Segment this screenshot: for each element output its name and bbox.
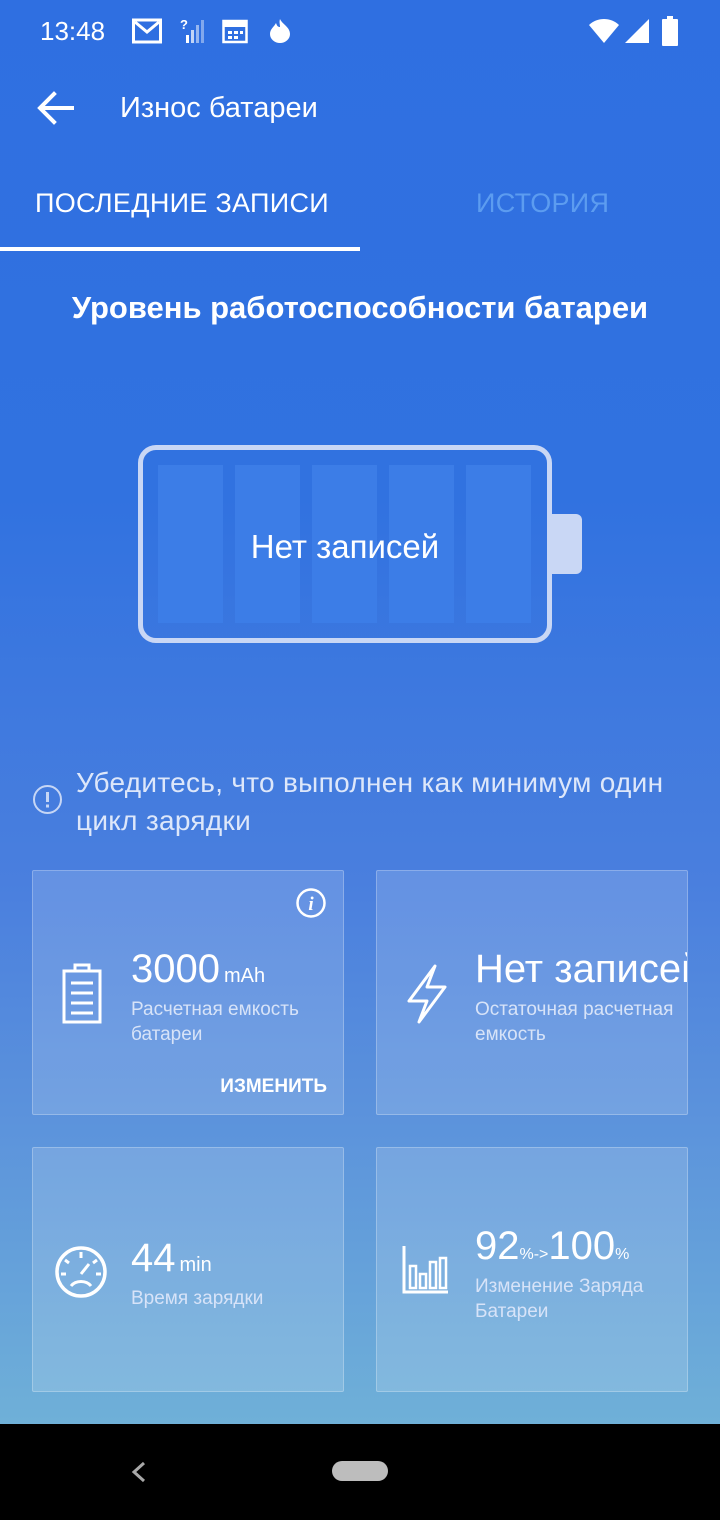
capacity-value: 3000 mAh — [131, 947, 265, 992]
tab-recent-records[interactable]: ПОСЛЕДНИЕ ЗАПИСИ — [35, 188, 329, 224]
info-circle-icon — [33, 785, 62, 814]
fire-icon — [270, 19, 290, 43]
charge-change-value: 92%->100% — [475, 1224, 629, 1269]
charge-time-card: 44 min Время зарядки — [32, 1147, 344, 1392]
charge-time-label: Время зарядки — [131, 1288, 264, 1309]
tab-history[interactable]: ИСТОРИЯ — [476, 188, 609, 224]
signal-icon — [625, 19, 649, 43]
battery-icon — [662, 16, 678, 46]
tab-indicator — [0, 247, 360, 251]
charge-to: 100 — [548, 1224, 616, 1268]
gmail-icon — [132, 18, 162, 44]
charge-time-unit: min — [179, 1254, 212, 1276]
charge-to-unit: % — [615, 1246, 630, 1263]
no-signal-icon: ? — [180, 18, 204, 43]
residual-capacity-card: Нет записей Остаточная расчетная емкость — [376, 870, 688, 1115]
page-title: Износ батареи — [120, 92, 318, 124]
section-title: Уровень работоспособности батареи — [71, 290, 649, 325]
screen: 13:48 ? Износ батареи ПОСЛЕДНИЕ ЗАПИСИ И… — [0, 0, 720, 1424]
lightning-icon — [407, 964, 447, 1024]
svg-text:i: i — [308, 894, 314, 915]
capacity-number: 3000 — [131, 947, 220, 991]
charge-from-unit: %-> — [519, 1246, 549, 1263]
charge-change-label: Изменение Заряда Батареи — [475, 1276, 644, 1322]
svg-text:?: ? — [180, 18, 188, 32]
battery-status-label: Нет записей — [250, 528, 440, 565]
capacity-card: i 3000 mAh Расчетная емкость батареи ИЗМЕ… — [32, 870, 344, 1115]
battery-tip — [552, 514, 582, 574]
status-time: 13:48 — [40, 16, 106, 46]
capacity-unit: mAh — [223, 965, 266, 987]
charge-change-card: 92%->100% Изменение Заряда Батареи — [376, 1147, 688, 1392]
back-button[interactable] — [34, 86, 78, 130]
arrow-left-icon — [37, 91, 74, 125]
hint-text: Убедитесь, что выполнен как минимум один… — [76, 767, 664, 836]
battery-document-icon — [62, 963, 102, 1024]
calendar-icon — [222, 19, 248, 44]
residual-value: Нет записей — [475, 947, 688, 991]
wifi-icon — [589, 19, 619, 43]
nav-back-button[interactable] — [128, 1460, 150, 1484]
speedometer-icon — [55, 1246, 107, 1298]
bar-chart-icon — [402, 1246, 448, 1294]
info-icon[interactable]: i — [295, 887, 327, 919]
charge-from: 92 — [475, 1224, 520, 1268]
navigation-bar — [0, 1424, 720, 1520]
edit-capacity-button[interactable]: ИЗМЕНИТЬ — [220, 1076, 327, 1098]
capacity-label: Расчетная емкость батареи — [131, 999, 299, 1045]
charge-time-value: 44 min — [131, 1236, 212, 1281]
nav-home-button[interactable] — [332, 1461, 388, 1481]
status-bar: 13:48 ? — [0, 0, 720, 64]
residual-label: Остаточная расчетная емкость — [475, 999, 674, 1045]
charge-time-number: 44 — [131, 1236, 176, 1280]
